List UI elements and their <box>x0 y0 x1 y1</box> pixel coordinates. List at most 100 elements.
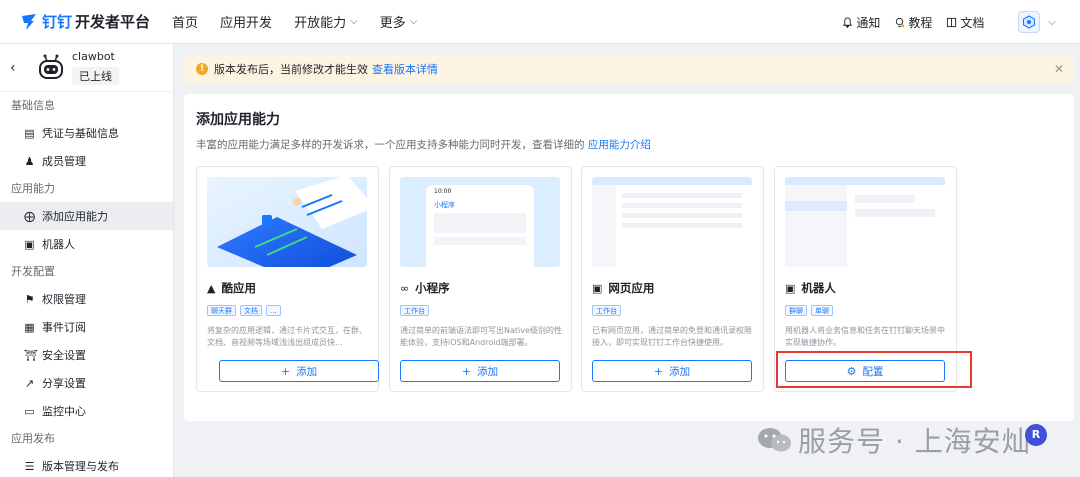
notification-label: 通知 <box>856 15 881 30</box>
logo-suffix: 开发者平台 <box>75 13 151 31</box>
cool-app-icon: ▲ <box>207 281 216 295</box>
docs-button[interactable]: 文档 <box>946 14 984 31</box>
nav-more-label: 更多 <box>379 16 406 31</box>
card-title-text: 酷应用 <box>221 281 256 295</box>
logo-brand: 钉钉 <box>42 13 73 31</box>
add-mini-program-button[interactable]: + 添加 <box>400 360 560 382</box>
button-label: 添加 <box>296 365 318 378</box>
sidebar-item-label: 添加应用能力 <box>42 210 108 223</box>
sidebar-item-label: 安全设置 <box>42 349 86 362</box>
back-arrow-icon[interactable]: ‹ <box>10 60 24 76</box>
nav-open-capabilities[interactable]: 开放能力 ⌵ <box>294 12 358 31</box>
notice-text: 版本发布后，当前修改才能生效 <box>214 63 368 76</box>
sidebar-item-monitor[interactable]: ▭ 监控中心 <box>0 397 173 425</box>
dingtalk-logo[interactable]: 钉钉 开发者平台 <box>20 11 150 32</box>
page-title: 添加应用能力 <box>196 112 280 128</box>
section-title-dev-config: 开发配置 <box>11 265 55 278</box>
browser-row <box>622 193 742 198</box>
capability-intro-link[interactable]: 应用能力介绍 <box>588 139 651 151</box>
infinity-icon: ∞ <box>400 281 410 295</box>
placeholder-block <box>434 237 526 245</box>
status-badge: 已上线 <box>72 67 119 85</box>
page-description-text: 丰富的应用能力满足多样的开发诉求，一个应用支持多种能力同时开发，查看详细的 <box>196 139 585 151</box>
dingtalk-logo-icon <box>22 13 36 30</box>
sidebar-item-share[interactable]: ↗ 分享设置 <box>0 369 173 397</box>
sidebar-item-label: 事件订阅 <box>42 321 86 334</box>
robot-icon: ▣ <box>785 281 796 295</box>
view-version-link[interactable]: 查看版本详情 <box>372 61 438 77</box>
nav-app-dev-label: 应用开发 <box>220 16 273 31</box>
button-label: 添加 <box>669 365 691 378</box>
section-title-basic: 基础信息 <box>11 99 55 112</box>
nav-open-capabilities-label: 开放能力 <box>294 16 347 31</box>
sidebar-item-label: 分享设置 <box>42 377 86 390</box>
sidebar-item-credentials[interactable]: ▤ 凭证与基础信息 <box>0 119 173 147</box>
card-title: ▲ 酷应用 <box>207 280 256 296</box>
capability-card-web-app: ▣ 网页应用 工作台 已有网页应用，通过简单的免登和通讯录权限接入，即可实现钉钉工… <box>581 166 764 392</box>
tag: 单聊 <box>811 305 833 316</box>
card-title-text: 网页应用 <box>608 281 655 295</box>
card-description: 已有网页应用，通过简单的免登和通讯录权限接入，即可实现钉钉工作台快捷使用。 <box>592 326 752 347</box>
notification-button[interactable]: 通知 <box>842 14 880 31</box>
plus-icon: + <box>461 364 472 378</box>
browser-window-icon: ▣ <box>592 281 603 295</box>
web-app-thumbnail <box>592 177 752 267</box>
nav-more[interactable]: 更多 ⌵ <box>380 12 418 31</box>
chevron-down-icon: ⌵ <box>409 16 418 27</box>
nav-app-dev[interactable]: 应用开发 <box>220 12 272 31</box>
event-icon: ▦ <box>24 320 35 334</box>
capability-card-cool-app: ▲ 酷应用 聊天群 文档 ... 将复杂的应用逻辑，通过卡片式交互，在群、文档、音… <box>196 166 379 392</box>
chat-list <box>785 185 847 267</box>
card-title: ∞ 小程序 <box>400 280 450 296</box>
sidebar-item-label: 机器人 <box>42 238 75 251</box>
sidebar-item-permissions[interactable]: ⚑ 权限管理 <box>0 285 173 313</box>
close-icon[interactable]: ✕ <box>1054 62 1064 76</box>
robot-thumbnail <box>785 177 945 267</box>
tutorial-label: 教程 <box>908 15 933 30</box>
card-tags: 工作台 <box>592 305 625 316</box>
card-description: 通过简单的前端语法即可写出Native级别的性能体验，支持iOS和Android… <box>400 326 562 347</box>
layers-icon: ☰ <box>24 459 35 473</box>
notice-bar: ! 版本发布后，当前修改才能生效 查看版本详情 ✕ <box>184 55 1074 83</box>
sidebar-item-robot[interactable]: ▣ 机器人 <box>0 230 173 258</box>
add-web-app-button[interactable]: + 添加 <box>592 360 752 382</box>
sidebar-item-versions[interactable]: ☰ 版本管理与发布 <box>0 452 173 477</box>
highlight-annotation-box <box>776 351 972 388</box>
certificate-icon: ▤ <box>24 126 35 140</box>
docs-label: 文档 <box>960 15 985 30</box>
sidebar-item-label: 成员管理 <box>42 155 86 168</box>
cool-app-illustration <box>207 177 367 267</box>
app-name: clawbot <box>72 50 115 63</box>
card-tags: 群聊 单聊 <box>785 305 837 316</box>
mini-program-header: 小程序 <box>434 201 455 209</box>
sidebar-item-label: 监控中心 <box>42 405 86 418</box>
watermark-badge: R <box>1025 424 1047 446</box>
card-tags: 聊天群 文档 ... <box>207 305 285 316</box>
app-info: clawbot 已上线 <box>72 50 119 85</box>
user-avatar[interactable] <box>1018 11 1041 33</box>
tag: ... <box>266 305 281 316</box>
mini-program-thumbnail: 10:00 小程序 <box>400 177 560 267</box>
sidebar-item-label: 凭证与基础信息 <box>42 127 119 140</box>
wechat-icon <box>758 428 791 452</box>
sidebar-item-members[interactable]: ♟ 成员管理 <box>0 147 173 175</box>
sidebar-item-add-capability[interactable]: ⨁ 添加应用能力 <box>0 202 173 230</box>
lock-icon: ⚑ <box>24 292 35 306</box>
sidebar-item-security[interactable]: ⛩ 安全设置 <box>0 341 173 369</box>
warning-icon: ! <box>196 63 208 75</box>
plus-icon: + <box>280 364 291 378</box>
add-cool-app-button[interactable]: + 添加 <box>219 360 379 382</box>
sidebar-item-events[interactable]: ▦ 事件订阅 <box>0 313 173 341</box>
section-title-release: 应用发布 <box>11 432 55 445</box>
chat-bubble <box>855 209 935 217</box>
plus-icon: + <box>653 364 664 378</box>
avatar-icon <box>1023 15 1036 29</box>
grid-plus-icon: ⨁ <box>24 209 35 223</box>
tutorial-button[interactable]: 教程 <box>894 14 932 31</box>
card-title: ▣ 机器人 <box>785 280 836 296</box>
mini-program-phone-mock: 10:00 小程序 <box>426 185 534 267</box>
nav-home[interactable]: 首页 <box>172 12 198 31</box>
sidebar-item-label: 版本管理与发布 <box>42 460 119 473</box>
chevron-down-icon[interactable]: ⌵ <box>1048 17 1056 28</box>
tag: 工作台 <box>400 305 429 316</box>
